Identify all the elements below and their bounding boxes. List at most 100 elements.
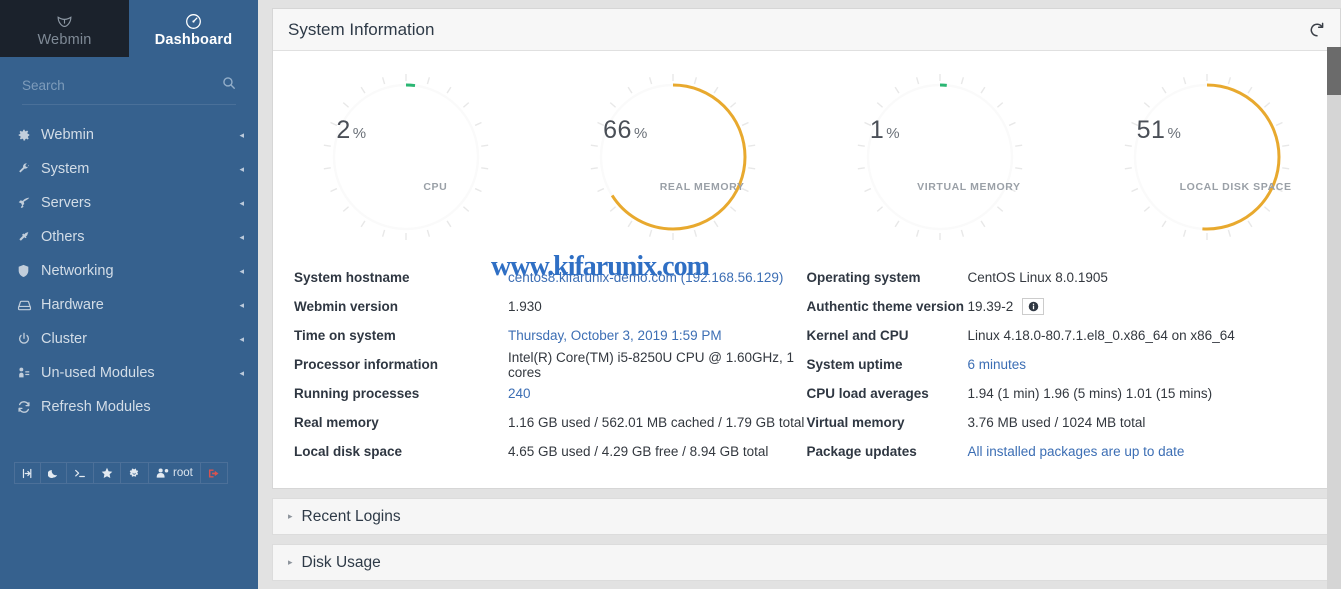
panel-body: 2% CPU 66%: [273, 51, 1340, 488]
sidebar-item-label: Un-used Modules: [41, 365, 239, 381]
vertical-scrollbar[interactable]: [1327, 47, 1341, 589]
row-key: Real memory: [294, 415, 508, 430]
row-key: System uptime: [807, 357, 968, 372]
gauge-ticks: [324, 74, 488, 240]
row-value[interactable]: centos8.kifarunix-demo.com (192.168.56.1…: [508, 270, 783, 285]
gauge-ticks: [591, 74, 755, 240]
tab-dashboard-label: Dashboard: [155, 32, 233, 48]
sidebar-nav: Webmin ◂ System ◂ Servers ◂: [0, 118, 258, 424]
chevron-left-icon: ◂: [239, 334, 244, 345]
gauge-cpu-value: 2%: [336, 116, 366, 145]
chevron-right-icon: ▸: [288, 511, 293, 522]
sidebar-item-cluster[interactable]: Cluster ◂: [0, 322, 258, 356]
sidebar-item-networking[interactable]: Networking ◂: [0, 254, 258, 288]
chevron-right-icon: ▸: [288, 557, 293, 568]
chevron-left-icon: ◂: [239, 164, 244, 175]
row-key: Processor information: [294, 357, 508, 372]
gauge-virtual-memory-label: VIRTUAL MEMORY: [851, 181, 1029, 193]
collapse-sidebar-icon[interactable]: [15, 463, 41, 483]
gauge-ticks: [858, 74, 1022, 240]
chevron-left-icon: ◂: [239, 300, 244, 311]
settings-gears-icon[interactable]: [121, 463, 149, 483]
sidebar-item-label: Hardware: [41, 297, 239, 313]
gauge-local-disk-space-label: LOCAL DISK SPACE: [1118, 181, 1296, 193]
row-value[interactable]: Thursday, October 3, 2019 1:59 PM: [508, 328, 722, 343]
dashboard-gauge-icon: [185, 13, 202, 30]
row-value: 1.94 (1 min) 1.96 (5 mins) 1.01 (15 mins…: [968, 386, 1213, 401]
table-row: CPU load averages1.94 (1 min) 1.96 (5 mi…: [807, 379, 1341, 408]
sidebar-item-label: System: [41, 161, 239, 177]
row-key: Kernel and CPU: [807, 328, 968, 343]
system-information-panel: System Information: [272, 8, 1341, 489]
drive-icon: [17, 299, 41, 312]
row-value[interactable]: 6 minutes: [968, 357, 1027, 372]
sidebar-search[interactable]: [22, 67, 236, 105]
gauge-real-memory-svg: [584, 68, 762, 246]
tab-webmin[interactable]: Webmin: [0, 0, 129, 57]
recent-logins-panel[interactable]: ▸ Recent Logins: [272, 498, 1341, 535]
sidebar-item-servers[interactable]: Servers ◂: [0, 186, 258, 220]
rocket-icon: [17, 196, 41, 210]
chevron-left-icon: ◂: [239, 368, 244, 379]
scrollbar-thumb[interactable]: [1327, 47, 1341, 95]
gauge-ticks: [1124, 74, 1288, 240]
table-row: Running processes240: [294, 379, 807, 408]
tab-dashboard[interactable]: Dashboard: [129, 0, 258, 57]
gauge-real-memory-label: REAL MEMORY: [584, 181, 762, 193]
gauge-real-memory: 66% REAL MEMORY: [540, 68, 807, 246]
gauge-local-disk-space-svg: [1118, 68, 1296, 246]
table-row: System hostnamecentos8.kifarunix-demo.co…: [294, 263, 807, 292]
table-row: Virtual memory3.76 MB used / 1024 MB tot…: [807, 408, 1341, 437]
info-icon[interactable]: [1022, 298, 1044, 315]
search-icon[interactable]: [222, 76, 236, 95]
sidebar-toolbar: root: [14, 462, 228, 484]
table-row: System uptime6 minutes: [807, 350, 1341, 379]
sidebar-item-hardware[interactable]: Hardware ◂: [0, 288, 258, 322]
sidebar: Webmin Dashboard: [0, 0, 258, 589]
favorites-star-icon[interactable]: [94, 463, 121, 483]
user-name-label: root: [173, 467, 193, 479]
main-content: System Information: [258, 0, 1341, 589]
gauge-cpu: 2% CPU: [273, 68, 540, 246]
row-value: Linux 4.18.0-80.7.1.el8_0.x86_64 on x86_…: [968, 328, 1235, 343]
wrench-icon: [17, 162, 41, 176]
gauge-virtual-memory: 1% VIRTUAL MEMORY: [807, 68, 1074, 246]
refresh-icon[interactable]: [1308, 21, 1326, 39]
sidebar-item-label: Others: [41, 229, 239, 245]
sidebar-item-refresh-modules[interactable]: Refresh Modules: [0, 390, 258, 424]
user-account-button[interactable]: root: [149, 463, 201, 483]
row-key: CPU load averages: [807, 386, 968, 401]
row-value[interactable]: All installed packages are up to date: [968, 444, 1185, 459]
row-key: Time on system: [294, 328, 508, 343]
sidebar-item-others[interactable]: Others ◂: [0, 220, 258, 254]
sidebar-item-label: Servers: [41, 195, 239, 211]
system-info-left-column: System hostnamecentos8.kifarunix-demo.co…: [273, 263, 807, 466]
row-value[interactable]: 240: [508, 386, 531, 401]
sidebar-item-webmin[interactable]: Webmin ◂: [0, 118, 258, 152]
table-row: Time on systemThursday, October 3, 2019 …: [294, 321, 807, 350]
disk-usage-panel[interactable]: ▸ Disk Usage: [272, 544, 1341, 581]
sidebar-item-un-used-modules[interactable]: Un-used Modules ◂: [0, 356, 258, 390]
recent-logins-title: Recent Logins: [302, 508, 401, 526]
table-row: Webmin version1.930: [294, 292, 807, 321]
power-icon: [17, 332, 41, 346]
terminal-icon[interactable]: [67, 463, 94, 483]
sidebar-item-system[interactable]: System ◂: [0, 152, 258, 186]
row-key: Webmin version: [294, 299, 508, 314]
logout-icon[interactable]: [201, 463, 227, 483]
disk-usage-title: Disk Usage: [302, 554, 381, 572]
row-value: 3.76 MB used / 1024 MB total: [968, 415, 1146, 430]
row-key: Running processes: [294, 386, 508, 401]
table-row: Real memory1.16 GB used / 562.01 MB cach…: [294, 408, 807, 437]
row-value: 1.16 GB used / 562.01 MB cached / 1.79 G…: [508, 415, 804, 430]
search-input[interactable]: [22, 78, 202, 93]
row-value: 19.39-2: [968, 299, 1014, 314]
gear-icon: [17, 128, 41, 142]
table-row: Authentic theme version 19.39-2: [807, 292, 1341, 321]
night-mode-icon[interactable]: [41, 463, 67, 483]
row-key: Package updates: [807, 444, 968, 459]
gauge-virtual-memory-value: 1%: [870, 116, 900, 145]
row-value: 4.65 GB used / 4.29 GB free / 8.94 GB to…: [508, 444, 768, 459]
row-value: 1.930: [508, 299, 542, 314]
panel-header: System Information: [273, 9, 1340, 51]
